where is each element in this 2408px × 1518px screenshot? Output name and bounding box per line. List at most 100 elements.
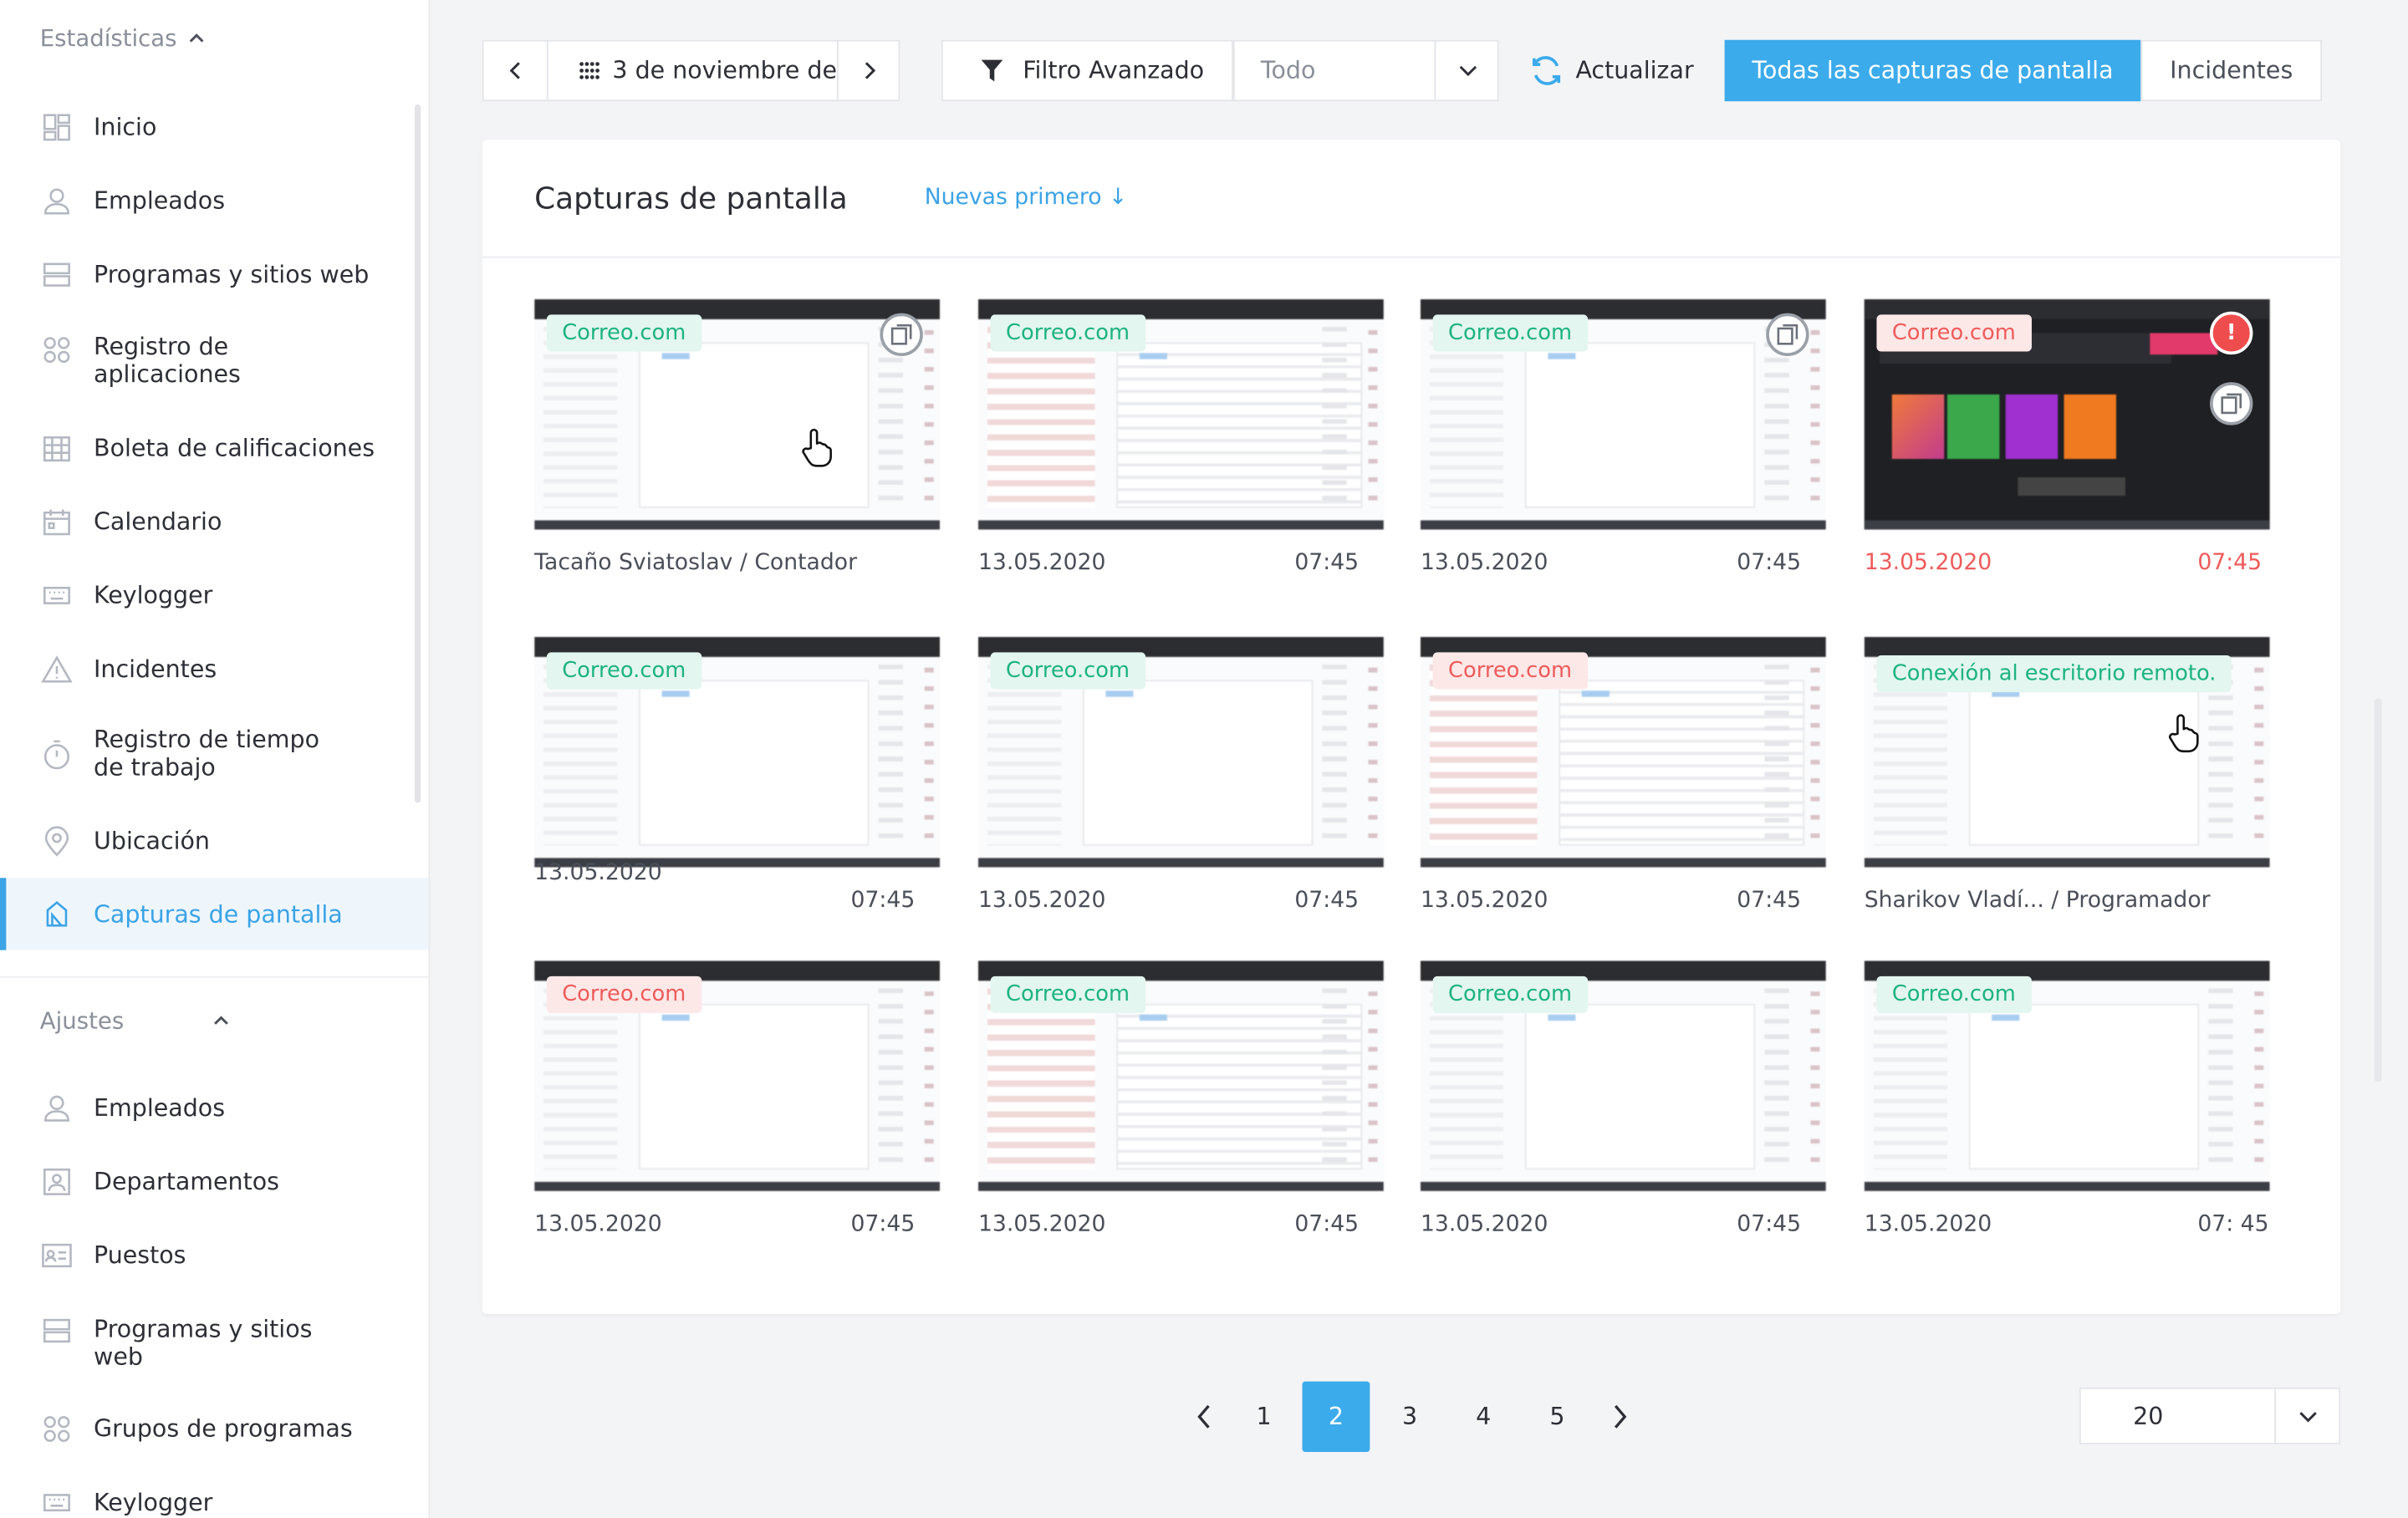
- next-page-button[interactable]: [1586, 1382, 1654, 1452]
- screenshot-caption-left: 13.05.2020: [1420, 1212, 1548, 1237]
- sidebar-item-tiempo-trabajo[interactable]: Registro de tiempo de trabajo: [0, 725, 428, 786]
- screenshot-caption-time: 07:45: [2197, 551, 2263, 576]
- sidebar-item-grupos-programas[interactable]: Grupos de programas: [0, 1409, 428, 1449]
- sidebar-item-label: Registro de tiempo de trabajo: [94, 726, 320, 782]
- sidebar-item-ajustes-keylogger[interactable]: Keylogger: [0, 1483, 428, 1518]
- sidebar-item-keylogger[interactable]: Keylogger: [0, 576, 428, 616]
- sidebar-item-calendario[interactable]: Calendario: [0, 502, 428, 542]
- filter-select[interactable]: Todo: [1232, 39, 1499, 102]
- prev-date-button[interactable]: [484, 41, 548, 100]
- screenshot-caption-time: 07:45: [1294, 551, 1360, 576]
- next-date-button[interactable]: [837, 41, 900, 100]
- sidebar-item-registro-aplicaciones[interactable]: Registro de aplicaciones: [0, 332, 428, 393]
- keyboard-icon: [42, 1487, 73, 1518]
- per-page-toggle[interactable]: [2274, 1389, 2342, 1443]
- screenshot-caption-left: 13.05.2020: [977, 551, 1106, 576]
- apps-grid-icon: [42, 1414, 73, 1444]
- settings-section-header[interactable]: Ajustes: [40, 1007, 228, 1035]
- screenshot-caption-left: 13.05.2020: [1420, 889, 1548, 914]
- screenshot-caption-time: 07:45: [1737, 551, 1802, 576]
- sidebar-divider: [0, 975, 429, 978]
- card-divider: [482, 256, 2341, 258]
- screenshot-site-tag: Correo.com: [1432, 314, 1588, 352]
- sidebar-scrollbar[interactable]: [414, 104, 421, 803]
- per-page-select[interactable]: 20: [2079, 1387, 2342, 1444]
- chevron-down-icon: [1458, 65, 1477, 77]
- screenshot-caption-time: 07:45: [850, 889, 916, 914]
- screenshot-caption-time: 07:45: [1737, 1212, 1802, 1237]
- date-navigator: 3 de noviembre de: [482, 39, 900, 102]
- copy-icon[interactable]: [2210, 382, 2253, 425]
- chevron-up-icon: [213, 1016, 228, 1025]
- sidebar-item-inicio[interactable]: Inicio: [0, 108, 428, 148]
- stopwatch-icon: [42, 740, 73, 771]
- card-title: Capturas de pantalla: [534, 181, 848, 216]
- sidebar-item-boleta[interactable]: Boleta de calificaciones: [0, 428, 428, 468]
- sidebar-item-label: Empleados: [94, 187, 226, 216]
- filter-icon: [981, 59, 1003, 82]
- page-button-1[interactable]: 1: [1230, 1382, 1298, 1452]
- screenshot-site-tag: Conexión al escritorio remoto.: [1876, 655, 2232, 693]
- screenshot-caption-left: 13.05.2020: [534, 1212, 662, 1237]
- page-button-5[interactable]: 5: [1523, 1382, 1591, 1452]
- date-picker[interactable]: 3 de noviembre de: [548, 42, 837, 100]
- sidebar-item-puestos[interactable]: Puestos: [0, 1235, 428, 1276]
- screenshot-caption-left: 13.05.2020: [534, 861, 662, 886]
- screenshot-site-tag: Correo.com: [1432, 975, 1588, 1013]
- screenshot-caption-left: 13.05.2020: [977, 889, 1106, 914]
- advanced-filter-label: Filtro Avanzado: [1023, 56, 1205, 84]
- page-button-4[interactable]: 4: [1450, 1382, 1518, 1452]
- chevron-right-icon: [865, 62, 875, 79]
- chevron-left-icon: [508, 62, 519, 79]
- advanced-filter-button[interactable]: Filtro Avanzado: [941, 39, 1233, 102]
- copy-icon[interactable]: [880, 313, 923, 356]
- stats-section-header[interactable]: Estadísticas: [40, 24, 205, 52]
- sidebar-item-ubicacion[interactable]: Ubicación: [0, 821, 428, 861]
- sidebar-item-departamentos[interactable]: Departamentos: [0, 1162, 428, 1202]
- sidebar-item-empleados[interactable]: Empleados: [0, 181, 428, 222]
- screenshot-site-tag: Correo.com: [546, 314, 701, 352]
- screenshot-caption-time: 07:45: [1737, 889, 1802, 914]
- sidebar: Estadísticas Inicio Empleados Programas …: [0, 0, 429, 1518]
- tab-incidents[interactable]: Incidentes: [2140, 39, 2323, 102]
- sidebar-item-label: Departamentos: [94, 1168, 280, 1196]
- id-card-icon: [42, 1240, 73, 1271]
- screenshot-caption-time: 07:45: [1294, 1212, 1360, 1237]
- sidebar-item-label: Inicio: [94, 113, 157, 141]
- screenshot-caption-time: 07:45: [850, 1212, 916, 1237]
- dashboard-icon: [42, 112, 73, 143]
- calendar-grid-icon: [579, 62, 599, 79]
- refresh-button[interactable]: Actualizar: [1529, 40, 1694, 101]
- sidebar-item-label: Keylogger: [94, 1489, 213, 1517]
- prev-page-button[interactable]: [1171, 1382, 1238, 1452]
- select-dropdown-toggle[interactable]: [1436, 42, 1498, 100]
- apps-grid-icon: [42, 334, 73, 365]
- screenshot-site-tag: Correo.com: [1876, 314, 2032, 352]
- chevron-down-icon: [2299, 1411, 2317, 1422]
- screenshot-site-tag: Correo.com: [990, 652, 1145, 690]
- user-icon: [42, 1093, 73, 1123]
- department-icon: [42, 1167, 73, 1198]
- sidebar-item-label: Keylogger: [94, 581, 213, 609]
- sort-toggle[interactable]: Nuevas primero ↓: [925, 186, 1128, 210]
- page-button-3[interactable]: 3: [1376, 1382, 1444, 1452]
- sidebar-item-incidentes[interactable]: Incidentes: [0, 649, 428, 690]
- page-button-2[interactable]: 2: [1302, 1381, 1370, 1453]
- screenshot-caption-left: Tacaño Sviatoslav / Contador: [534, 551, 858, 576]
- sidebar-item-label: Grupos de programas: [94, 1414, 353, 1444]
- sidebar-item-ajustes-programas[interactable]: Programas y sitios web: [0, 1314, 428, 1375]
- screenshots-icon: [42, 899, 73, 930]
- per-page-value: 20: [2133, 1402, 2164, 1430]
- active-indicator: [0, 878, 7, 950]
- sidebar-item-ajustes-empleados[interactable]: Empleados: [0, 1088, 428, 1128]
- screenshot-site-tag: Correo.com: [1432, 652, 1588, 690]
- page-scrollbar[interactable]: [2374, 698, 2382, 1082]
- sidebar-item-capturas[interactable]: Capturas de pantalla: [0, 878, 429, 950]
- location-pin-icon: [42, 826, 73, 857]
- stats-section-label: Estadísticas: [39, 24, 177, 53]
- copy-icon[interactable]: [1766, 313, 1809, 356]
- warning-icon: [41, 654, 73, 685]
- tab-all-screenshots[interactable]: Todas las capturas de pantalla: [1724, 39, 2141, 102]
- chevron-left-icon: [1197, 1404, 1210, 1429]
- sidebar-item-programas[interactable]: Programas y sitios web: [0, 255, 428, 295]
